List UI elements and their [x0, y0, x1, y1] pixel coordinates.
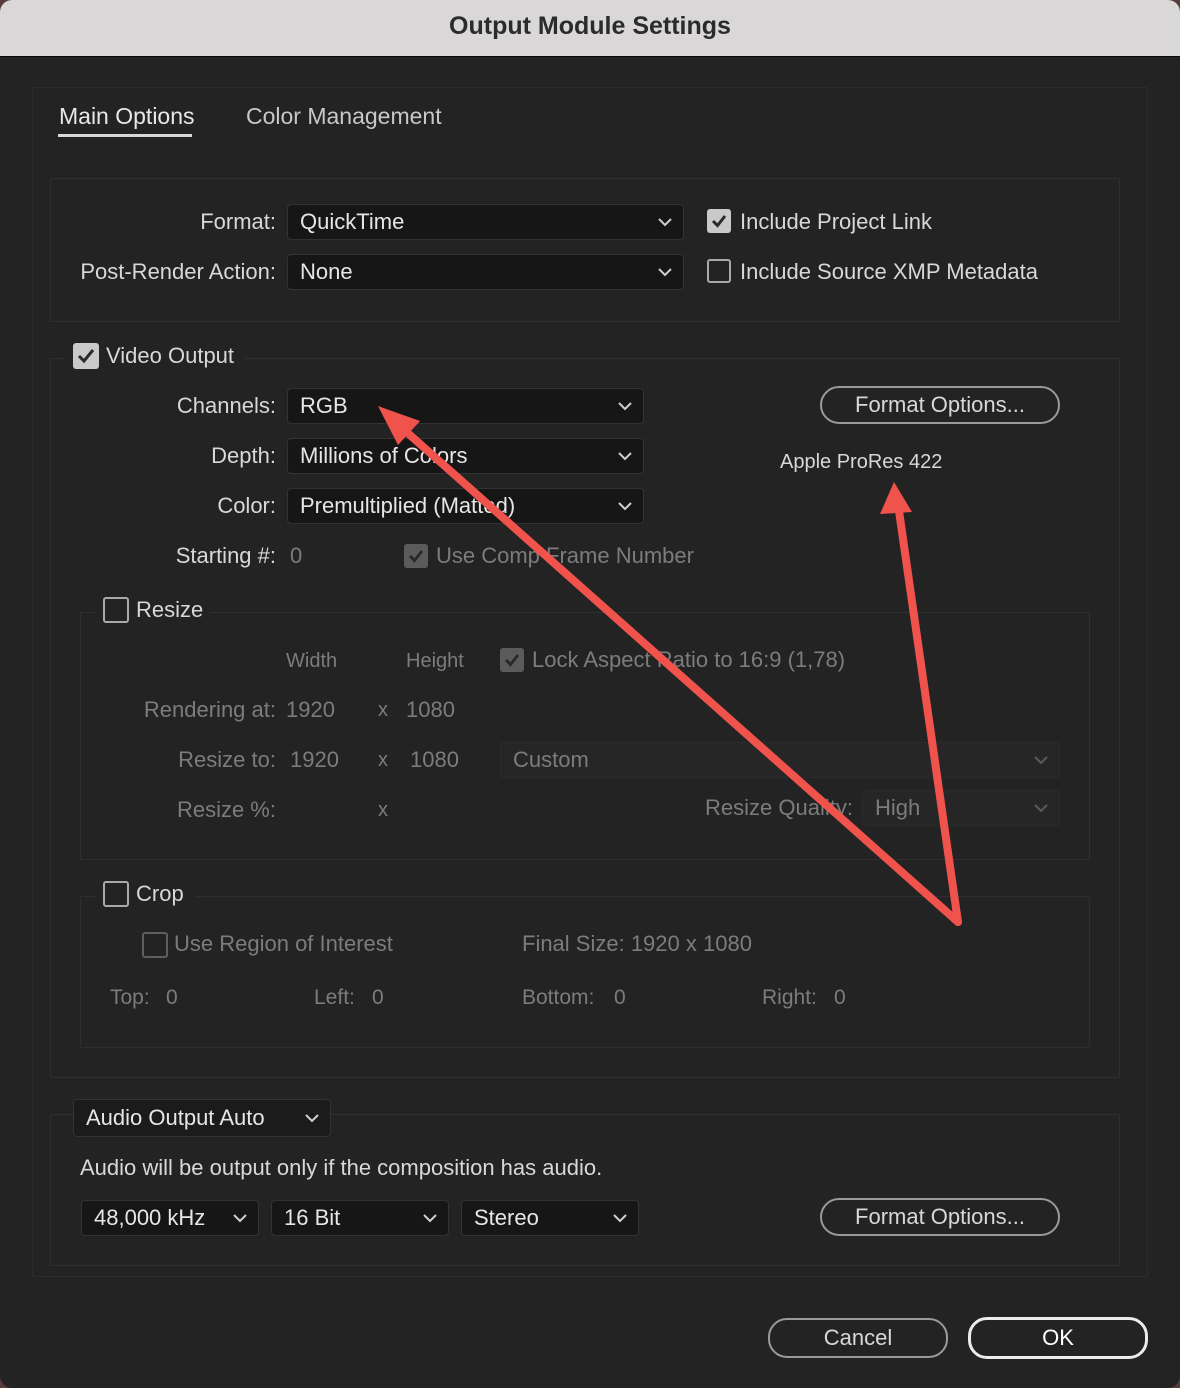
arrow-head-codec-icon	[880, 482, 912, 514]
arrow-to-codec-line	[893, 493, 962, 926]
output-module-settings-window: Output Module Settings Main Options Colo…	[0, 0, 1180, 1388]
annotation-arrows	[378, 406, 962, 926]
arrow-to-channels-line	[389, 416, 962, 926]
